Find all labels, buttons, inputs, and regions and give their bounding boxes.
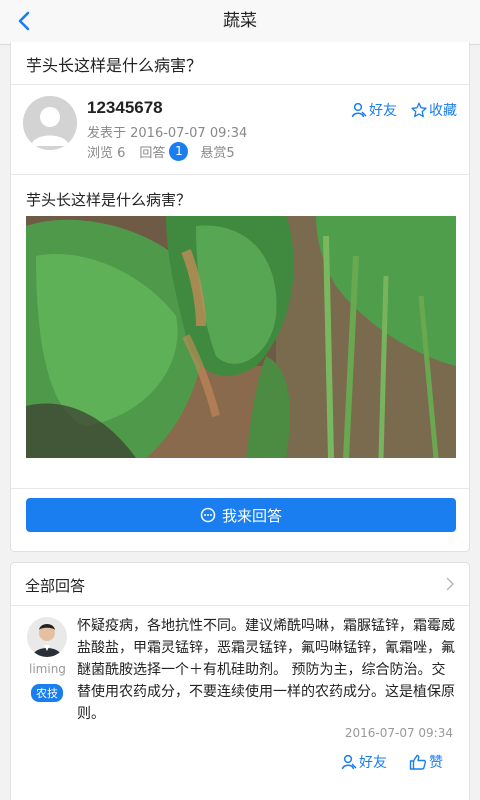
answer-button-label: 我来回答	[221, 506, 282, 525]
chevron-right-icon[interactable]	[445, 577, 455, 591]
question-photo[interactable]	[26, 216, 456, 458]
post-time: 发表于 2016-07-07 09:34	[87, 126, 248, 141]
avatar[interactable]	[23, 96, 77, 150]
chat-bubble-icon	[200, 507, 216, 523]
question-text: 芋头长这样是什么病害？	[26, 191, 192, 209]
all-answers-header[interactable]: 全部回答	[25, 575, 85, 596]
page-title: 蔬菜	[223, 11, 257, 31]
answers-label: 回答	[139, 146, 166, 161]
question-heading: 芋头长这样是什么病害？	[26, 56, 203, 75]
divider	[11, 84, 469, 85]
answer-button[interactable]: 我来回答	[26, 498, 456, 532]
friend-label: 好友	[369, 103, 397, 119]
taro-leaves-image	[26, 216, 456, 458]
person-photo	[27, 617, 67, 657]
reward-text: 悬赏5	[200, 146, 235, 161]
answer-text: 怀疑疫病，各地抗性不同。建议烯酰吗啉，霜脲锰锌，霜霉威盐酸盐，甲霜灵锰锌，恶霜灵…	[77, 618, 455, 722]
answerer-name[interactable]: liming	[29, 662, 66, 676]
question-stats: 浏览 6 回答 1 悬赏5	[87, 142, 235, 161]
add-friend-button[interactable]: 好友	[351, 100, 397, 120]
answer-time: 2016-07-07 09:34	[344, 726, 453, 740]
views-count: 浏览 6	[87, 146, 126, 161]
question-card: 芋头长这样是什么病害？ 12345678 发表于 2016-07-07 09:3…	[10, 42, 470, 552]
answer-actions: 好友 赞	[341, 752, 443, 772]
thumbs-up-icon	[409, 754, 427, 770]
divider	[11, 605, 469, 606]
user-name[interactable]: 12345678	[87, 98, 163, 118]
user-icon	[341, 754, 357, 770]
avatar[interactable]	[27, 617, 67, 657]
question-actions: 好友 收藏	[351, 100, 457, 120]
user-icon	[351, 102, 367, 118]
collect-label: 收藏	[429, 103, 457, 119]
answers-card: 全部回答 liming 农技 怀疑疫病，各地抗性不同。建议烯酰吗啉，霜脲锰锌，霜…	[10, 562, 470, 800]
like-label: 赞	[429, 755, 443, 771]
friend-label: 好友	[359, 755, 387, 771]
collect-button[interactable]: 收藏	[411, 100, 457, 120]
divider	[11, 174, 469, 175]
role-badge: 农技	[31, 684, 63, 702]
default-user-icon	[23, 96, 77, 150]
like-button[interactable]: 赞	[409, 752, 443, 772]
navbar: 蔬菜	[0, 0, 480, 45]
divider	[11, 488, 469, 489]
answers-count-badge: 1	[169, 142, 189, 161]
add-friend-button[interactable]: 好友	[341, 752, 387, 772]
star-icon	[411, 102, 427, 118]
